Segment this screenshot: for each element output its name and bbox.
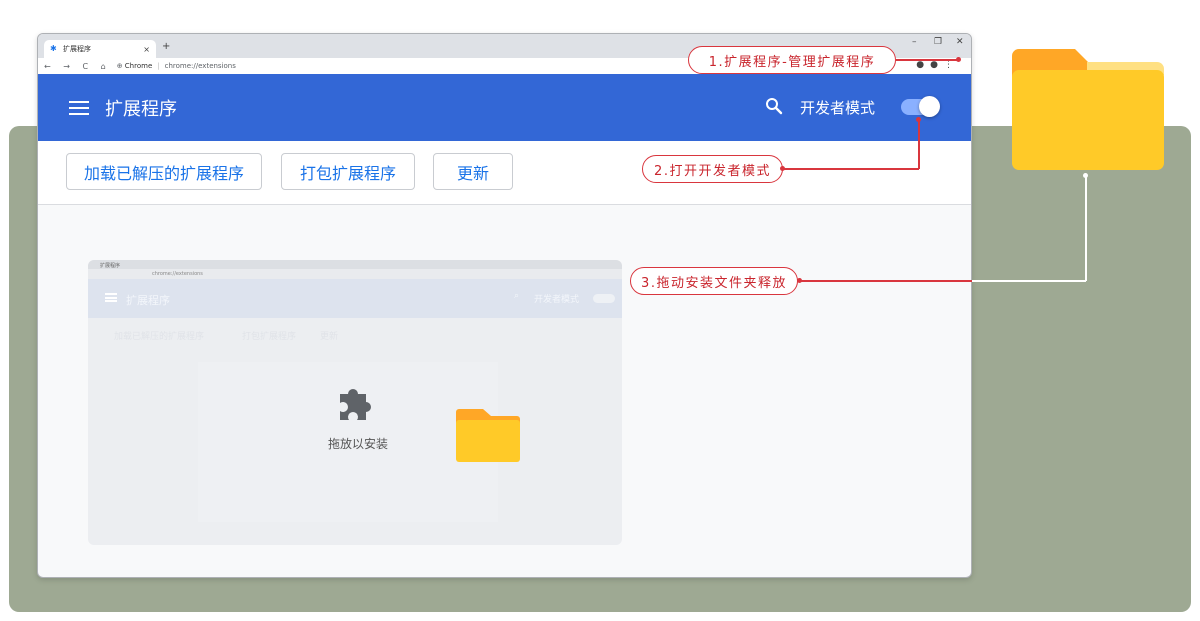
callout-1-dot bbox=[956, 57, 961, 62]
puzzle-icon bbox=[340, 389, 371, 420]
callout-3-line-white-v bbox=[1085, 176, 1087, 281]
page-title: 扩展程序 bbox=[105, 98, 177, 120]
callout-step-3: 3.拖动安装文件夹释放 bbox=[630, 267, 798, 295]
action-bar: 加载已解压的扩展程序 打包扩展程序 更新 bbox=[38, 141, 971, 205]
inner-toolbar: chrome://extensions bbox=[88, 269, 622, 279]
address-separator: | bbox=[157, 62, 160, 70]
callout-1-line bbox=[896, 59, 958, 61]
inner-url: chrome://extensions bbox=[152, 271, 203, 277]
inner-menu-icon bbox=[105, 293, 117, 302]
dev-mode-label: 开发者模式 bbox=[800, 99, 876, 117]
puzzle-icon: ✱ bbox=[50, 44, 57, 53]
inner-toggle bbox=[593, 294, 615, 303]
search-icon[interactable] bbox=[765, 97, 783, 115]
inner-buttons: 加载已解压的扩展程序 打包扩展程序 更新 bbox=[88, 318, 622, 352]
close-window-button[interactable]: ✕ bbox=[956, 37, 964, 47]
inner-tab-strip: 扩展程序 bbox=[88, 260, 622, 269]
site-info-icon[interactable]: ⊕ bbox=[117, 62, 125, 70]
inner-dev-mode-label: 开发者模式 bbox=[534, 295, 580, 305]
update-button[interactable]: 更新 bbox=[433, 153, 513, 190]
callout-2-line-h bbox=[783, 168, 919, 170]
tab-title: 扩展程序 bbox=[63, 45, 91, 53]
load-unpacked-button[interactable]: 加载已解压的扩展程序 bbox=[66, 153, 262, 190]
dev-mode-toggle[interactable] bbox=[901, 96, 940, 117]
nav-buttons[interactable]: ← → C ⌂ bbox=[44, 62, 111, 71]
minimize-button[interactable]: – bbox=[912, 37, 917, 47]
new-tab-button[interactable]: + bbox=[162, 41, 170, 52]
extensions-header: 扩展程序 开发者模式 bbox=[38, 74, 971, 141]
inner-title: 扩展程序 bbox=[126, 294, 170, 307]
address-bar[interactable]: ⊕ Chrome | chrome://extensions bbox=[117, 62, 236, 70]
site-label: Chrome bbox=[124, 62, 153, 70]
callout-step-2: 2.打开开发者模式 bbox=[642, 155, 783, 183]
callout-3-line-red bbox=[800, 280, 972, 282]
folder-icon bbox=[456, 409, 520, 462]
callout-step-1: 1.扩展程序-管理扩展程序 bbox=[688, 46, 896, 74]
callout-2-line-v bbox=[918, 120, 920, 169]
restore-button[interactable]: ❐ bbox=[934, 37, 942, 47]
menu-icon[interactable] bbox=[69, 100, 89, 115]
url-text: chrome://extensions bbox=[164, 62, 236, 70]
drop-to-install-label: 拖放以安装 bbox=[328, 437, 389, 451]
stage: ✱ 扩展程序 × + – ❐ ✕ ← → C ⌂ ⊕ Chrome | chro… bbox=[0, 0, 1200, 621]
pack-extension-button[interactable]: 打包扩展程序 bbox=[281, 153, 415, 190]
browser-window: ✱ 扩展程序 × + – ❐ ✕ ← → C ⌂ ⊕ Chrome | chro… bbox=[37, 33, 972, 578]
drag-drop-screenshot: 扩展程序 chrome://extensions 扩展程序 ⌕ 开发者模式 加载… bbox=[88, 260, 622, 545]
account-icons[interactable]: ●●⋮ bbox=[916, 60, 959, 70]
inner-update-button: 更新 bbox=[320, 332, 339, 342]
callout-3-end-dot bbox=[1083, 173, 1088, 178]
callout-3-line-white-h bbox=[972, 280, 1086, 282]
inner-pack-button: 打包扩展程序 bbox=[242, 332, 297, 342]
inner-header: 扩展程序 ⌕ 开发者模式 bbox=[88, 279, 622, 318]
callout-2-end-dot bbox=[916, 117, 921, 122]
toggle-knob bbox=[919, 96, 940, 117]
inner-tab-title: 扩展程序 bbox=[100, 263, 121, 269]
folder-icon bbox=[1012, 49, 1164, 170]
inner-load-button: 加载已解压的扩展程序 bbox=[114, 332, 205, 342]
tab-extensions[interactable]: ✱ 扩展程序 × bbox=[44, 40, 156, 58]
inner-search-icon: ⌕ bbox=[514, 291, 520, 301]
tab-close-icon[interactable]: × bbox=[143, 45, 150, 54]
